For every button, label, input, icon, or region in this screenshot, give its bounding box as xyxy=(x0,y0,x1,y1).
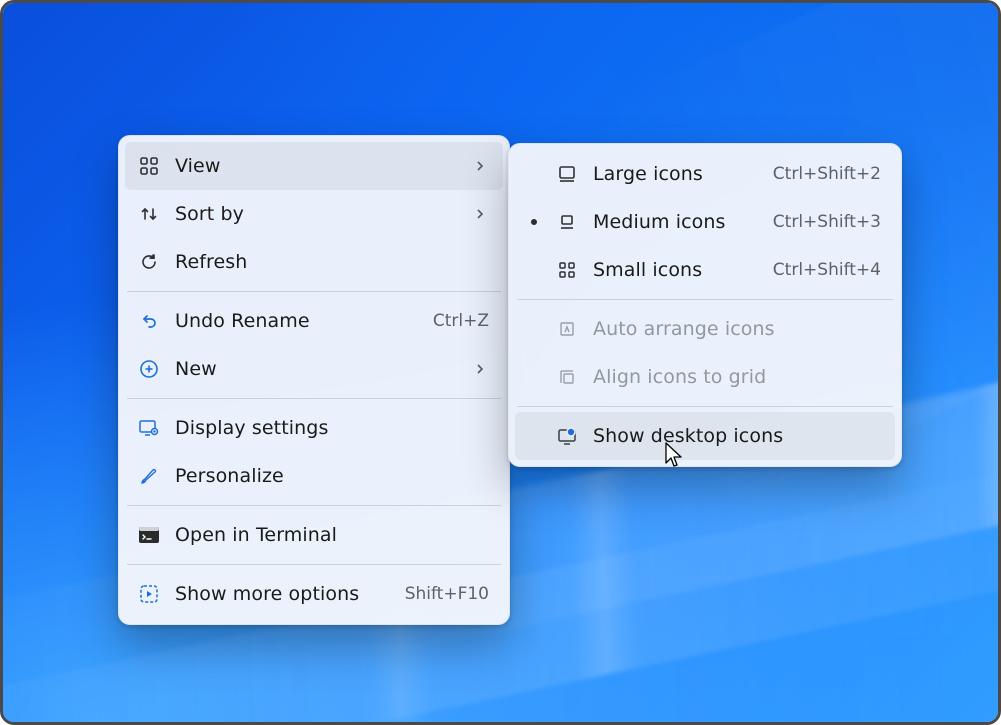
personalize-icon xyxy=(137,464,161,488)
menu-separator xyxy=(127,505,501,506)
menu-separator xyxy=(127,291,501,292)
menu-separator xyxy=(517,299,893,300)
large-icons-icon xyxy=(555,162,579,186)
medium-icons-icon xyxy=(555,210,579,234)
sort-icon xyxy=(137,202,161,226)
desktop-context-menu: View Sort by xyxy=(118,135,510,625)
submenu-item-show-desktop-icons[interactable]: Show desktop icons xyxy=(515,412,895,460)
window-frame: View Sort by xyxy=(0,0,1001,725)
chevron-right-icon xyxy=(471,157,489,175)
submenu-item-small-icons[interactable]: Small icons Ctrl+Shift+4 xyxy=(515,246,895,294)
menu-item-label: Open in Terminal xyxy=(175,524,489,546)
submenu-item-large-icons[interactable]: Large icons Ctrl+Shift+2 xyxy=(515,150,895,198)
menu-item-accelerator: Shift+F10 xyxy=(405,584,489,604)
align-grid-icon xyxy=(555,365,579,389)
menu-item-label: Auto arrange icons xyxy=(593,318,881,340)
menu-separator xyxy=(517,406,893,407)
more-options-icon xyxy=(137,582,161,606)
menu-item-accelerator: Ctrl+Z xyxy=(433,311,489,331)
menu-item-label: Refresh xyxy=(175,251,489,273)
menu-item-accelerator: Ctrl+Shift+4 xyxy=(773,260,881,280)
menu-item-label: Display settings xyxy=(175,417,489,439)
menu-item-refresh[interactable]: Refresh xyxy=(125,238,503,286)
new-icon xyxy=(137,357,161,381)
menu-item-label: New xyxy=(175,358,457,380)
menu-item-label: View xyxy=(175,155,457,177)
menu-item-label: Large icons xyxy=(593,163,749,185)
display-settings-icon xyxy=(137,416,161,440)
submenu-item-auto-arrange[interactable]: Auto arrange icons xyxy=(515,305,895,353)
menu-item-show-more-options[interactable]: Show more options Shift+F10 xyxy=(125,570,503,618)
submenu-item-medium-icons[interactable]: Medium icons Ctrl+Shift+3 xyxy=(515,198,895,246)
menu-separator xyxy=(127,564,501,565)
menu-item-sort-by[interactable]: Sort by xyxy=(125,190,503,238)
small-icons-icon xyxy=(555,258,579,282)
menu-item-label: Personalize xyxy=(175,465,489,487)
menu-item-open-terminal[interactable]: Open in Terminal xyxy=(125,511,503,559)
menu-item-label: Sort by xyxy=(175,203,457,225)
menu-item-display-settings[interactable]: Display settings xyxy=(125,404,503,452)
menu-item-personalize[interactable]: Personalize xyxy=(125,452,503,500)
menu-item-label: Show desktop icons xyxy=(593,425,881,447)
menu-item-undo-rename[interactable]: Undo Rename Ctrl+Z xyxy=(125,297,503,345)
menu-item-view[interactable]: View xyxy=(125,142,503,190)
chevron-right-icon xyxy=(471,360,489,378)
chevron-right-icon xyxy=(471,205,489,223)
terminal-icon xyxy=(137,523,161,547)
menu-item-accelerator: Ctrl+Shift+3 xyxy=(773,212,881,232)
view-submenu: Large icons Ctrl+Shift+2 Medium icons Ct… xyxy=(508,143,902,467)
menu-item-new[interactable]: New xyxy=(125,345,503,393)
undo-icon xyxy=(137,309,161,333)
refresh-icon xyxy=(137,250,161,274)
menu-separator xyxy=(127,398,501,399)
menu-item-label: Small icons xyxy=(593,259,749,281)
auto-arrange-icon xyxy=(555,317,579,341)
submenu-item-align-grid[interactable]: Align icons to grid xyxy=(515,353,895,401)
menu-item-label: Undo Rename xyxy=(175,310,409,332)
menu-item-label: Align icons to grid xyxy=(593,366,881,388)
menu-item-accelerator: Ctrl+Shift+2 xyxy=(773,164,881,184)
radio-indicator xyxy=(527,219,541,225)
view-grid-icon xyxy=(137,154,161,178)
menu-item-label: Show more options xyxy=(175,583,381,605)
menu-item-label: Medium icons xyxy=(593,211,749,233)
show-desktop-icons-icon xyxy=(555,424,579,448)
